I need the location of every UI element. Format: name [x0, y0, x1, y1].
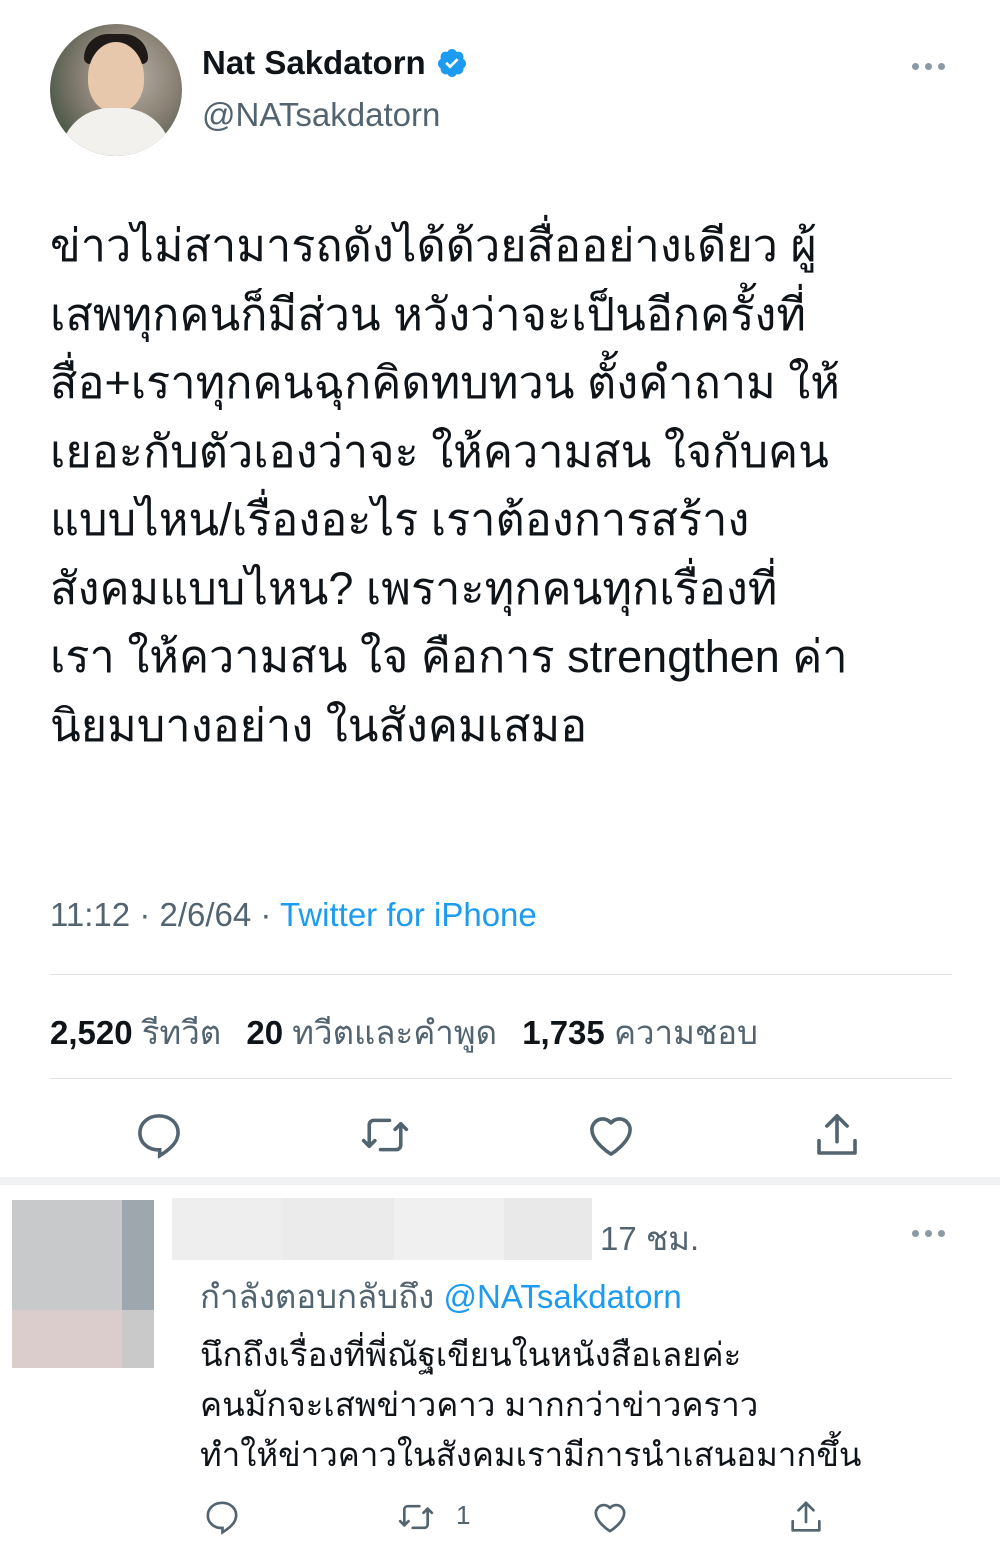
likes-stat[interactable]: 1,735 ความชอบ: [522, 1014, 758, 1051]
reply-retweet-count: 1: [456, 1500, 471, 1530]
replying-to-label: กำลังตอบกลับถึง: [200, 1278, 435, 1315]
like-icon[interactable]: [584, 1108, 638, 1162]
reply-time[interactable]: 17 ชม.: [600, 1212, 699, 1265]
tweet-time: 11:12: [50, 896, 131, 933]
reply-share-icon[interactable]: [786, 1497, 826, 1537]
divider: [50, 974, 952, 975]
divider: [50, 1078, 952, 1079]
reply-retweet-icon[interactable]: [396, 1497, 436, 1537]
quotes-stat[interactable]: 20 ทวีตและคำพูด: [246, 1014, 497, 1051]
replying-to: กำลังตอบกลับถึง @NATsakdatorn: [200, 1270, 682, 1323]
retweet-icon[interactable]: [358, 1108, 412, 1162]
tweet-timestamp: 11:12 · 2/6/64 · Twitter for iPhone: [50, 896, 537, 934]
author-avatar[interactable]: [50, 24, 182, 156]
author-name-row[interactable]: Nat Sakdatorn: [202, 44, 468, 82]
verified-badge-icon: [437, 49, 466, 77]
reply-more-options-icon[interactable]: [912, 1225, 952, 1241]
reply-author-blurred[interactable]: [172, 1198, 592, 1260]
meta-separator: ·: [260, 896, 272, 933]
replying-to-mention[interactable]: @NATsakdatorn: [443, 1278, 681, 1315]
reply-like-icon[interactable]: [590, 1497, 630, 1537]
tweet-stats: 2,520 รีทวีต 20 ทวีตและคำพูด 1,735 ความช…: [50, 1006, 758, 1059]
author-name[interactable]: Nat Sakdatorn: [202, 44, 426, 82]
section-separator: [0, 1177, 1000, 1185]
meta-separator: ·: [139, 896, 151, 933]
retweets-stat[interactable]: 2,520 รีทวีต: [50, 1014, 221, 1051]
share-icon[interactable]: [810, 1108, 864, 1162]
tweet-source-link[interactable]: Twitter for iPhone: [280, 896, 537, 933]
tweet-text: ข่าวไม่สามารถดังได้ด้วยสื่ออย่างเดียว ผู…: [50, 220, 848, 751]
more-options-icon[interactable]: [912, 58, 952, 74]
reply-icon[interactable]: [132, 1108, 186, 1162]
author-handle[interactable]: @NATsakdatorn: [202, 96, 440, 134]
reply-avatar-blurred[interactable]: [12, 1200, 154, 1368]
tweet-actions: [0, 1108, 1000, 1168]
reply-reply-icon[interactable]: [202, 1497, 242, 1537]
tweet-date[interactable]: 2/6/64: [159, 896, 251, 933]
reply-text: นึกถึงเรื่องที่พี่ณัฐเขียนในหนังสือเลยค่…: [200, 1336, 862, 1473]
